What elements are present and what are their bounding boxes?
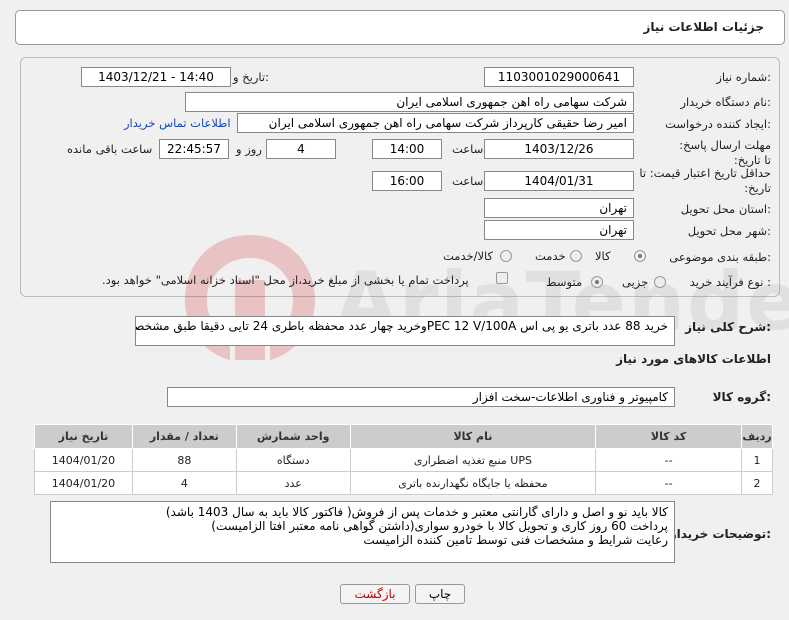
days-label: روز و [236,142,262,156]
col-unit: واحد شمارش [235,424,351,449]
table-header-row: تاریخ نیاز تعداد / مقدار واحد شمارش نام … [34,424,774,449]
goods-table: تاریخ نیاز تعداد / مقدار واحد شمارش نام … [34,424,774,495]
goods-info-title: اطلاعات کالاهای مورد نیاز [616,352,771,366]
need-number-field: 1103001029000641 [484,67,634,87]
page-title: جزئیات اطلاعات نیاز [643,20,764,34]
description-label: شرح کلی نیاز: [685,320,771,334]
cell-row-number: 1 [740,448,774,472]
deadline-time-field: 14:00 [372,139,442,159]
cell-need-date: 1404/01/20 [34,448,133,472]
cell-row-number: 2 [740,471,774,495]
validity-time-field: 16:00 [372,171,442,191]
deadline-date-field: 1403/12/26 [484,139,634,159]
buyer-org-field: شرکت سهامی راه اهن جمهوری اسلامی ایران [185,92,634,112]
remaining-label: ساعت باقی مانده [67,142,153,156]
days-field: 4 [266,139,336,159]
process-label: نوع فرآیند خرید : [689,275,771,289]
treasury-payment-checkbox[interactable] [496,272,508,284]
province-label: استان محل تحویل: [680,202,771,216]
goods-group-label: گروه کالا: [712,390,771,404]
buyer-org-label: نام دستگاه خریدار: [680,95,771,109]
col-goods-name: نام کالا [349,424,597,449]
table-row: 1404/01/20 4 عدد محفظه یا جایگاه نگهدارن… [34,471,774,495]
category-option-service: خدمت [535,249,566,263]
col-goods-code: کد کالا [595,424,742,449]
process-radio-medium[interactable] [591,276,603,288]
announce-field: 1403/12/21 - 14:40 [81,67,231,87]
page-header: جزئیات اطلاعات نیاز [15,10,785,45]
cell-goods-name: منبع تغذیه اضطراری UPS [349,448,597,472]
cell-need-date: 1404/01/20 [34,471,133,495]
table-row: 1404/01/20 88 دستگاه منبع تغذیه اضطراری … [34,448,774,472]
process-option-medium: متوسط [546,275,583,289]
buyer-contact-link[interactable]: اطلاعات تماس خریدار [124,116,231,130]
category-radio-goods[interactable] [634,250,646,262]
cell-quantity: 4 [131,471,237,495]
back-button[interactable]: بازگشت [340,584,410,604]
creator-field: امیر رضا حقیقی کارپرداز شرکت سهامی راه ا… [237,113,634,133]
category-radio-goods-service[interactable] [500,250,512,262]
cell-unit: دستگاه [235,448,351,472]
col-need-date: تاریخ نیاز [34,424,133,449]
print-button[interactable]: چاپ [415,584,465,604]
process-option-partial: جزیی [622,275,649,289]
province-field: تهران [484,198,634,218]
cell-goods-name: محفظه یا جایگاه نگهدارنده باتری [349,471,597,495]
city-label: شهر محل تحویل: [687,224,771,238]
validity-date-field: 1404/01/31 [484,171,634,191]
validity-label: حداقل تاریخ اعتبار قیمت: تا تاریخ: [639,166,771,195]
buyer-notes-field: کالا باید نو و اصل و دارای گارانتی معتبر… [50,501,675,563]
cell-quantity: 88 [131,448,237,472]
cell-goods-code: -- [595,471,742,495]
col-quantity: تعداد / مقدار [131,424,237,449]
creator-label: ایجاد کننده درخواست: [665,117,771,131]
buyer-notes-label: توضیحات خریدار: [669,527,771,541]
category-radio-service[interactable] [570,250,582,262]
deadline-label: مهلت ارسال پاسخ: تا تاریخ: [679,138,771,167]
deadline-time-label: ساعت [452,142,484,156]
city-field: تهران [484,220,634,240]
treasury-payment-note: پرداخت تمام یا بخشی از مبلغ خرید،از محل … [102,273,469,287]
category-option-goods-service: کالا/خدمت [443,249,494,263]
description-field: خرید 88 عدد باتری یو پی اس PEC 12 V/100A… [135,316,675,346]
need-number-label: شماره نیاز: [716,70,771,84]
goods-group-field: کامپیوتر و فناوری اطلاعات-سخت افزار [167,387,675,407]
remaining-time-field: 22:45:57 [159,139,229,159]
category-label: طبقه بندی موضوعی: [669,250,771,264]
col-row-number: ردیف [740,424,774,449]
category-option-goods: کالا [595,249,611,263]
cell-goods-code: -- [595,448,742,472]
cell-unit: عدد [235,471,351,495]
validity-time-label: ساعت [452,174,484,188]
process-radio-partial[interactable] [654,276,666,288]
